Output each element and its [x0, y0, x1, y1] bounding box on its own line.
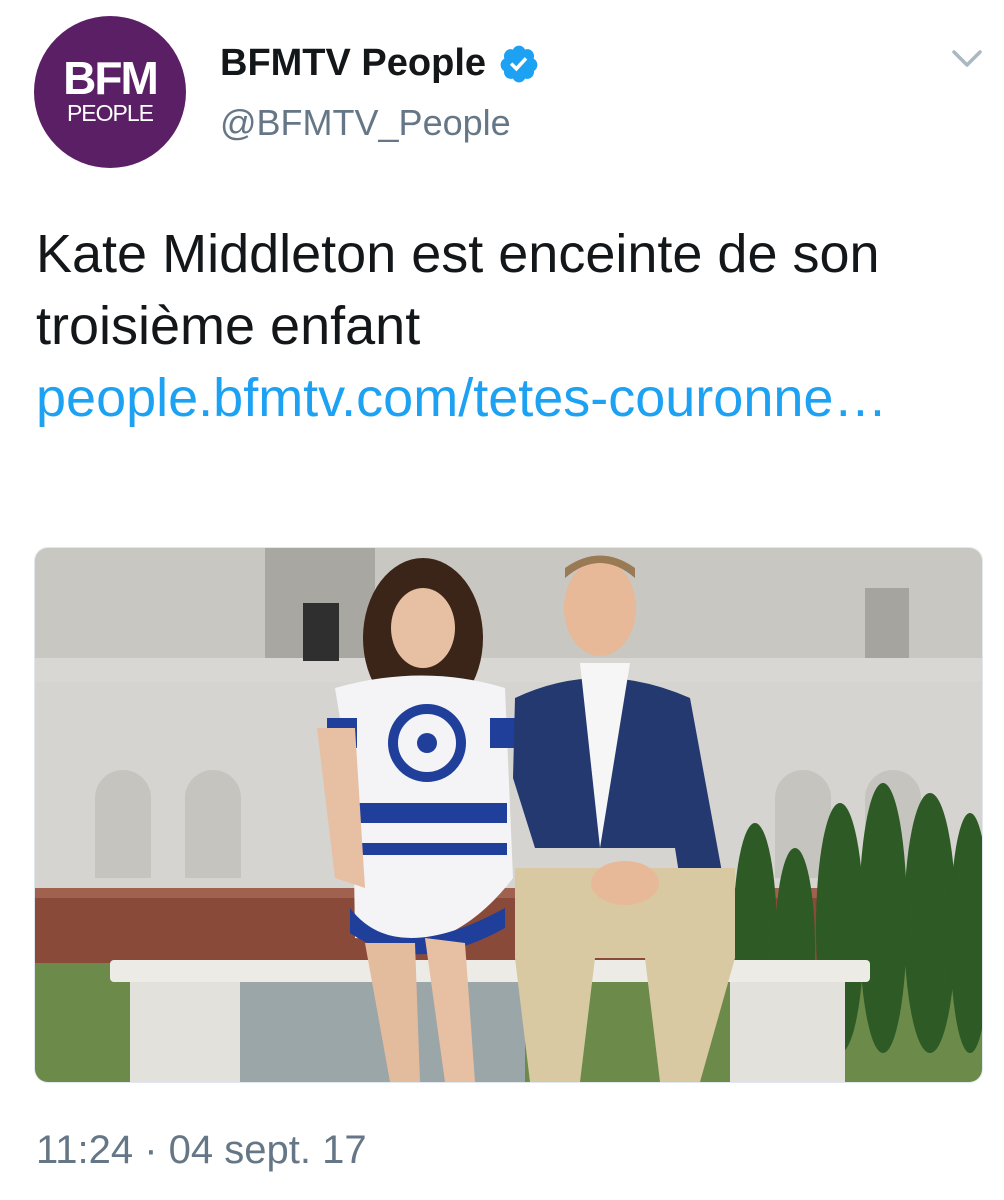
chevron-down-icon[interactable] [950, 46, 984, 70]
tweet-media-photo[interactable] [34, 547, 983, 1083]
avatar[interactable]: BFM PEOPLE [34, 16, 186, 168]
avatar-logo-sub: PEOPLE [66, 100, 154, 126]
verified-badge-icon [500, 45, 538, 82]
handle[interactable]: @BFMTV_People [220, 102, 511, 144]
avatar-logo-main: BFM [63, 52, 159, 104]
tweet-text: Kate Middleton est enceinte de son trois… [36, 224, 880, 356]
display-name[interactable]: BFMTV People [220, 42, 486, 85]
tweet-link[interactable]: people.bfmtv.com/tetes-couronne… [36, 362, 966, 434]
timestamp[interactable]: 11:24 · 04 sept. 17 [36, 1128, 367, 1173]
display-name-row[interactable]: BFMTV People [220, 42, 540, 85]
photo-illustration [35, 548, 982, 1082]
